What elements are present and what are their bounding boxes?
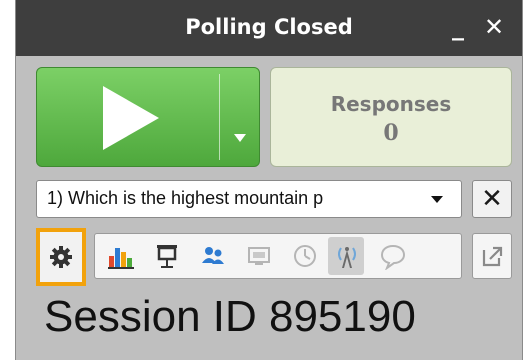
popout-button[interactable] (472, 233, 512, 279)
popout-icon (482, 246, 503, 267)
responses-label: Responses (330, 92, 452, 116)
settings-button[interactable] (36, 228, 86, 286)
broadcast-tower-icon[interactable] (333, 242, 361, 270)
comment-bubble-icon[interactable] (379, 242, 407, 270)
presenter-screen-icon[interactable] (153, 242, 181, 270)
polling-window: Polling Closed _ ✕ Responses 0 1) Which … (15, 0, 523, 360)
gear-icon (50, 246, 72, 268)
responses-count: 0 (383, 120, 399, 146)
play-options-dropdown[interactable] (221, 68, 259, 166)
responses-button[interactable]: Responses 0 (270, 67, 512, 167)
bar-chart-icon[interactable] (107, 242, 135, 270)
clear-question-button[interactable]: ✕ (472, 180, 512, 218)
participants-icon[interactable] (199, 242, 227, 270)
minimize-button[interactable]: _ (444, 12, 472, 42)
session-id-label: Session ID 895190 (44, 292, 416, 341)
screen-share-icon[interactable] (245, 242, 273, 270)
clock-icon[interactable] (291, 242, 319, 270)
close-window-button[interactable]: ✕ (480, 12, 508, 42)
chevron-down-icon (431, 196, 443, 203)
question-selected-value: 1) Which is the highest mountain p (47, 188, 324, 208)
play-icon (103, 86, 159, 150)
title-bar: Polling Closed _ ✕ (16, 0, 522, 56)
play-main-area[interactable] (37, 68, 217, 166)
question-select[interactable]: 1) Which is the highest mountain p (36, 180, 462, 218)
play-divider (219, 74, 220, 160)
chevron-down-icon (234, 134, 246, 142)
start-polling-button[interactable] (36, 67, 260, 167)
poll-toolbar (94, 233, 462, 279)
